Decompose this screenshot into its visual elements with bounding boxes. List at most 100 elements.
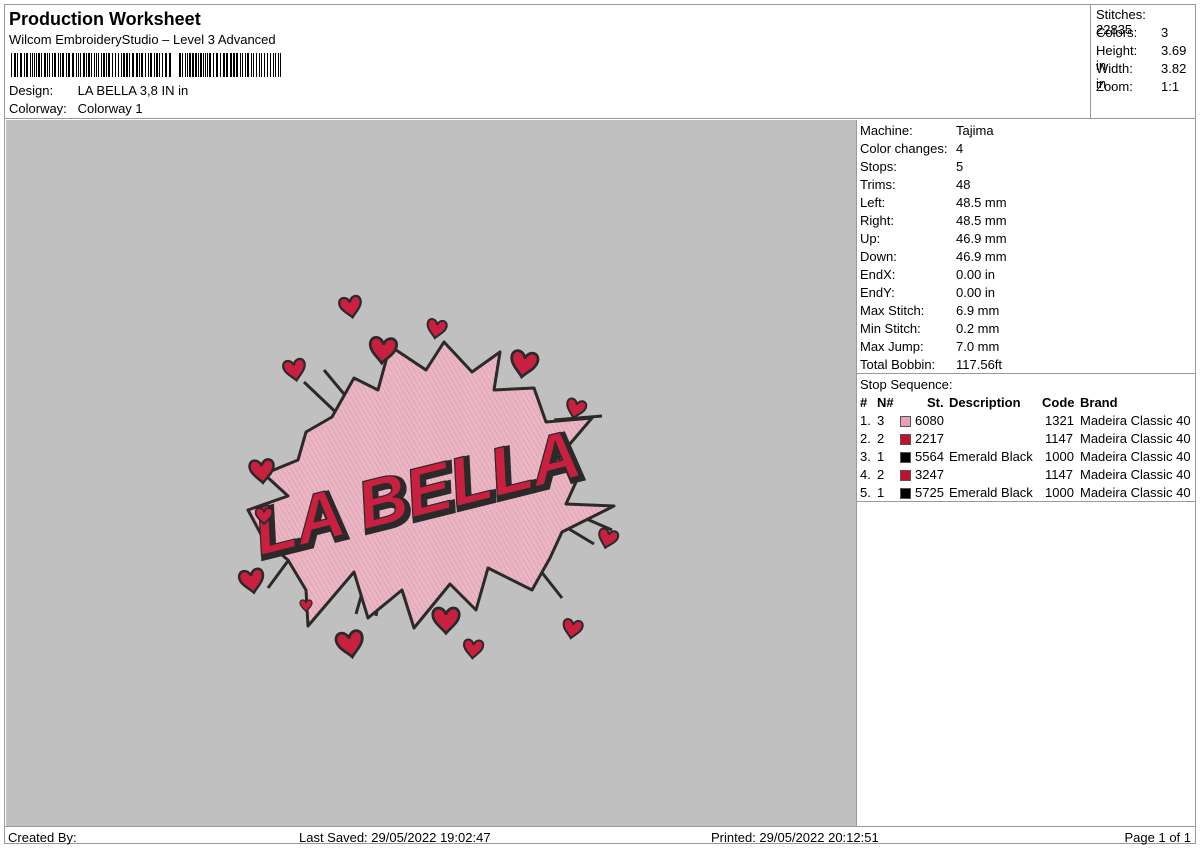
col-stitches: St. (927, 395, 944, 410)
stop-num: 1. (860, 413, 871, 428)
barcode-bar (136, 53, 138, 77)
barcode-bar (78, 53, 79, 77)
barcode-bar (220, 53, 221, 77)
stop-code: 1000 (1045, 449, 1074, 464)
detail-label: Max Stitch: (860, 303, 925, 318)
col-needle: N# (877, 395, 894, 410)
barcode-bar (150, 53, 152, 77)
detail-value: 48.5 mm (956, 195, 1007, 210)
detail-value: 0.00 in (956, 267, 996, 282)
detail-label: Down: (860, 249, 897, 264)
design-row: Design: LA BELLA 3,8 IN in (9, 83, 188, 98)
summary-value: 1:1 (1161, 79, 1180, 94)
barcode-bar (62, 53, 64, 77)
thread-color-swatch (900, 470, 911, 481)
thread-color-swatch (900, 452, 911, 463)
detail-row: Stops: 5 (860, 159, 963, 174)
thread-color-swatch (900, 488, 911, 499)
barcode-bar (280, 53, 281, 77)
barcode-bar (88, 53, 90, 77)
barcode-bar (60, 53, 61, 77)
summary-label: Stitches: (1096, 7, 1146, 22)
stop-needle: 2 (877, 467, 885, 482)
stop-row: 1. 3 6080 1321 Madeira Classic 40 (860, 413, 1194, 431)
stop-needle: 1 (877, 485, 885, 500)
barcode-bar (154, 53, 155, 77)
colorway-row: Colorway: Colorway 1 (9, 101, 143, 116)
barcode-bar (132, 53, 134, 77)
barcode-bar (213, 53, 214, 77)
detail-value: 0.00 in (956, 285, 996, 300)
barcode-bar (165, 53, 167, 77)
barcode-bar (118, 53, 119, 77)
barcode-bar (242, 53, 243, 77)
barcode-bar (216, 53, 218, 77)
detail-row: Up: 46.9 mm (860, 231, 1007, 246)
barcode-bar (108, 53, 110, 77)
summary-label: Zoom: (1096, 79, 1133, 94)
detail-label: EndX: (860, 267, 896, 282)
detail-row: Min Stitch: 0.2 mm (860, 321, 999, 336)
detail-value: 46.9 mm (956, 249, 1007, 264)
barcode-bar (98, 53, 99, 77)
created-by: Created By: (8, 830, 77, 845)
barcode (11, 53, 281, 77)
barcode-bar (32, 53, 33, 77)
summary-label: Width: (1096, 61, 1133, 76)
barcode-bar (96, 53, 97, 77)
barcode-bar (139, 53, 140, 77)
barcode-bar (251, 53, 252, 77)
barcode-bar (17, 53, 18, 77)
detail-value: 5 (956, 159, 964, 174)
heart-icon (431, 606, 461, 636)
barcode-bar (187, 53, 188, 77)
detail-value: 4 (956, 141, 964, 156)
barcode-bar (54, 53, 56, 77)
design-value: LA BELLA 3,8 IN in (77, 83, 189, 98)
detail-row: Right: 48.5 mm (860, 213, 1007, 228)
summary-label: Colors: (1096, 25, 1138, 40)
machine-details-panel: Machine: Tajima Color changes: 4 Stops: 5 Trim… (857, 119, 1195, 827)
stop-row: 3. 1 5564 Emerald Black 1000 Madeira Classic … (860, 449, 1194, 467)
barcode-bar (198, 53, 199, 77)
barcode-bar (14, 53, 16, 77)
detail-row: Machine: Tajima (860, 123, 994, 138)
barcode-bar (34, 53, 35, 77)
barcode-bar (91, 53, 92, 77)
barcode-bar (11, 53, 12, 77)
col-code: Code (1042, 395, 1075, 410)
stop-stitches: 3247 (915, 467, 944, 482)
stop-code: 1147 (1045, 467, 1073, 482)
summary-panel: Stitches:22835 Colors: 3 Height: 3.69 in W… (1091, 5, 1197, 118)
detail-row: Max Stitch: 6.9 mm (860, 303, 999, 318)
heart-icon (282, 357, 306, 383)
stop-description: Emerald Black (949, 449, 1033, 464)
barcode-bar (58, 53, 59, 77)
detail-label: Right: (860, 213, 894, 228)
barcode-bar (83, 53, 85, 77)
software-name: Wilcom EmbroideryStudio – Level 3 Advanc… (9, 32, 276, 47)
heart-icon (426, 318, 448, 340)
summary-label: Height: (1096, 43, 1138, 58)
summary-colors: Colors: 3 (1096, 25, 1168, 40)
barcode-bar (20, 53, 22, 77)
barcode-bar (182, 53, 183, 77)
barcode-bar (106, 53, 107, 77)
stop-sequence-header: # N# St. Description Code Brand (860, 395, 1194, 413)
stop-stitches: 2217 (915, 431, 944, 446)
thread-color-swatch (900, 434, 911, 445)
barcode-bar (247, 53, 249, 77)
barcode-bar (68, 53, 70, 77)
stop-brand: Madeira Classic 40 (1080, 431, 1191, 446)
barcode-bar (230, 53, 232, 77)
heart-icon (334, 629, 364, 660)
stop-stitches: 5564 (915, 449, 944, 464)
col-brand: Brand (1080, 395, 1118, 410)
stop-brand: Madeira Classic 40 (1080, 467, 1191, 482)
stop-num: 5. (860, 485, 871, 500)
barcode-bar (80, 53, 81, 77)
barcode-bar (123, 53, 125, 77)
col-description: Description (949, 395, 1021, 410)
detail-label: Max Jump: (860, 339, 924, 354)
detail-label: Stops: (860, 159, 897, 174)
